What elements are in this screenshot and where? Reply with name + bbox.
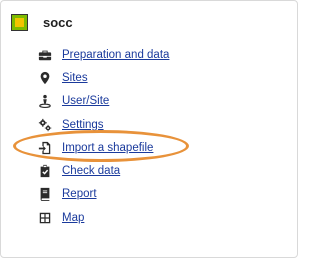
toolbox-icon xyxy=(37,47,52,62)
menu-item-label[interactable]: Report xyxy=(62,188,97,200)
grid-map-icon xyxy=(37,210,52,225)
panel-header: socc xyxy=(11,14,73,31)
panel-title: socc xyxy=(43,15,73,30)
clipboard-check-icon xyxy=(37,164,52,179)
file-import-icon xyxy=(37,140,52,155)
map-marker-icon xyxy=(37,70,52,85)
menu-item-settings[interactable]: Settings xyxy=(37,113,169,136)
menu-item-import-a-shapefile[interactable]: Import a shapefile xyxy=(37,136,169,159)
menu-item-check-data[interactable]: Check data xyxy=(37,159,169,182)
menu-item-report[interactable]: Report xyxy=(37,183,169,206)
menu-panel: socc Preparation and data Sites User/Sit… xyxy=(0,0,298,258)
app-logo-icon xyxy=(11,14,28,31)
gears-icon xyxy=(37,117,52,132)
menu-item-user-site[interactable]: User/Site xyxy=(37,90,169,113)
menu-item-label[interactable]: Check data xyxy=(62,165,120,177)
menu-item-label[interactable]: User/Site xyxy=(62,95,109,107)
menu-item-sites[interactable]: Sites xyxy=(37,66,169,89)
menu-item-label[interactable]: Sites xyxy=(62,72,88,84)
menu-item-label[interactable]: Import a shapefile xyxy=(62,142,153,154)
menu-item-label[interactable]: Settings xyxy=(62,119,104,131)
menu-item-preparation-and-data[interactable]: Preparation and data xyxy=(37,43,169,66)
menu-list: Preparation and data Sites User/Site Set… xyxy=(37,43,169,229)
menu-item-label[interactable]: Preparation and data xyxy=(62,49,169,61)
menu-item-map[interactable]: Map xyxy=(37,206,169,229)
menu-item-label[interactable]: Map xyxy=(62,212,84,224)
person-pin-icon xyxy=(37,94,52,109)
book-icon xyxy=(37,187,52,202)
